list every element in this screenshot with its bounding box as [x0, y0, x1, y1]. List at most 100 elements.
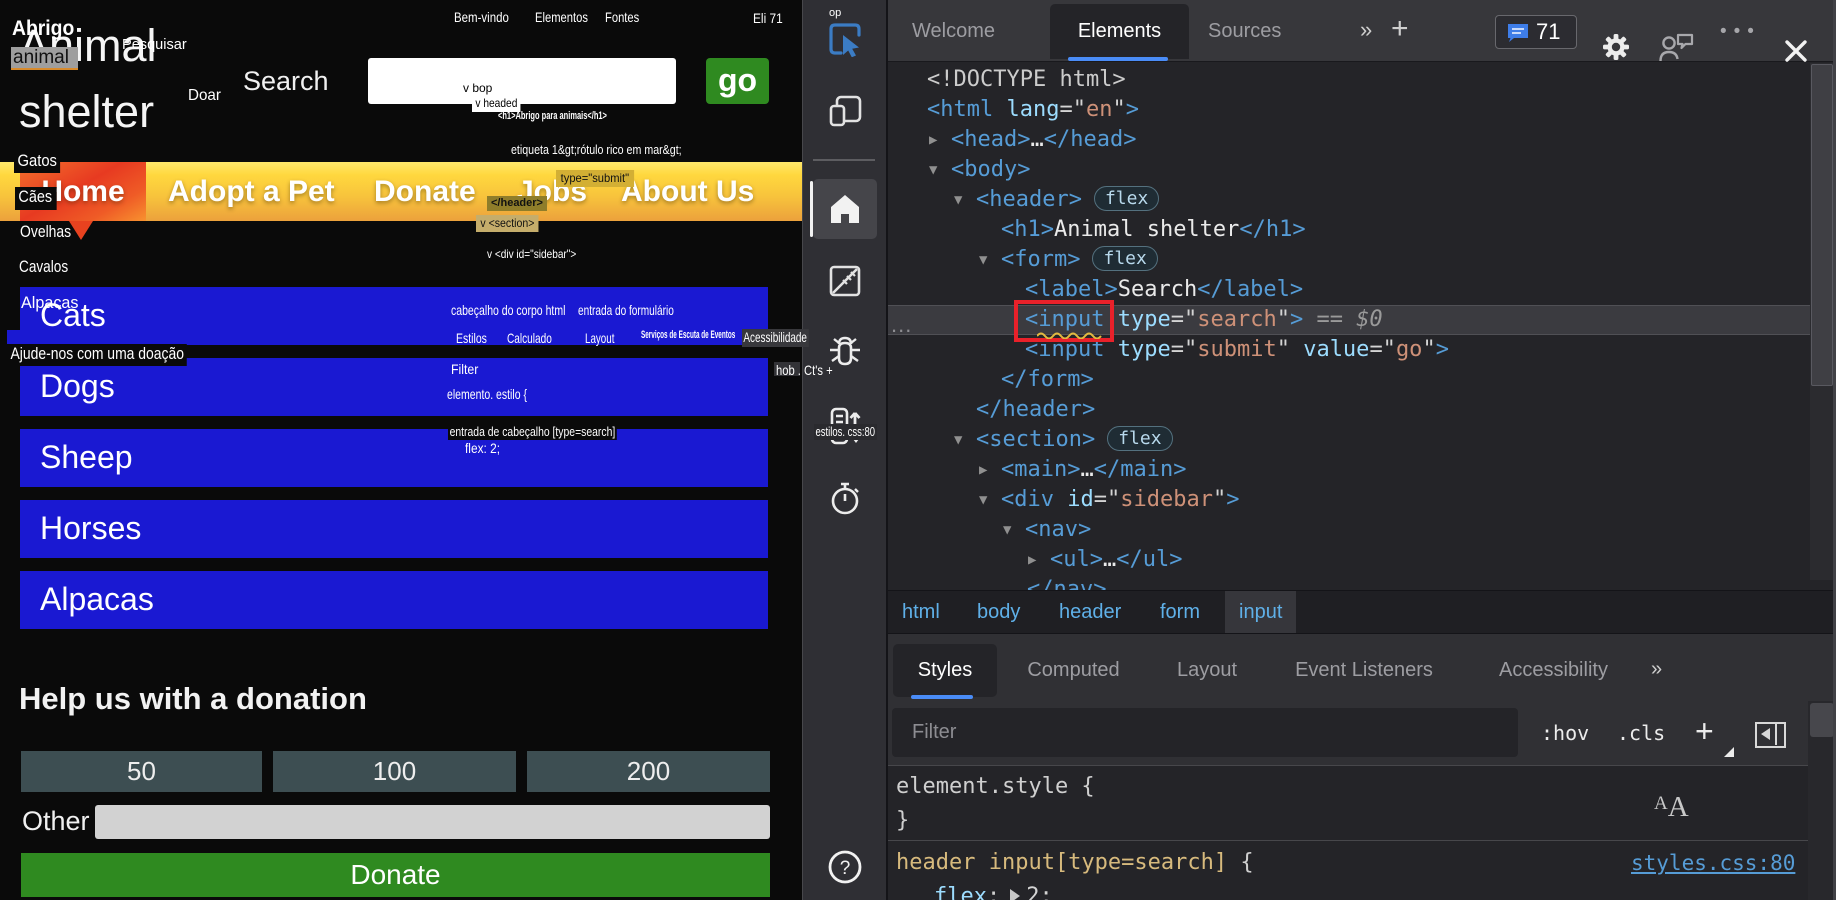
dom-node-segment: sidebar	[1120, 487, 1213, 512]
css-rule-selector[interactable]: header input[type=search] {	[896, 846, 1254, 880]
panel-tab[interactable]: Event Listeners	[1282, 644, 1446, 697]
other-amount-input[interactable]	[95, 805, 770, 839]
translation-overlay: </header>	[487, 196, 547, 211]
translation-overlay: Cavalos	[19, 257, 68, 277]
flex-badge[interactable]: flex	[1092, 246, 1157, 271]
devtools-panel: Welcome Elements Sources » + 71	[886, 0, 1836, 900]
tree-disclosure-arrow-icon[interactable]: ▼	[954, 185, 962, 215]
dom-tree-row[interactable]: ▼<form>flex	[888, 245, 1810, 275]
nav-item[interactable]: Adopt a Pet	[168, 162, 335, 221]
layout-ruler-icon[interactable]	[827, 263, 863, 299]
dom-tree-row[interactable]: ▼<body>	[888, 155, 1810, 185]
tree-disclosure-arrow-icon[interactable]: ▼	[1003, 515, 1011, 545]
toggle-hov-button[interactable]: :hov	[1541, 701, 1589, 766]
dom-tree-row[interactable]: ▼<div id="sidebar">	[888, 485, 1810, 515]
panel-tab[interactable]: Computed	[1016, 644, 1131, 697]
tree-disclosure-arrow-icon[interactable]: ▼	[954, 425, 962, 455]
toggle-sidebar-icon[interactable]	[1755, 722, 1786, 748]
tree-scrollbar-thumb[interactable]	[1811, 64, 1833, 386]
stylesheet-link[interactable]: styles.css:80	[1631, 846, 1795, 880]
tree-disclosure-arrow-icon[interactable]: ▶	[979, 455, 987, 485]
translation-overlay: v <div id="sidebar">	[487, 247, 576, 261]
chat-badge[interactable]: 71	[1495, 15, 1577, 49]
element-style-rule[interactable]: element.style {	[896, 770, 1095, 804]
help-icon[interactable]: ?	[827, 849, 863, 885]
panel-tab[interactable]: Styles	[893, 644, 997, 697]
browser-page: Animal shelter Search go Home Adopt a Pe…	[0, 0, 802, 900]
dom-tree-row[interactable]: ▼<header>flex	[888, 185, 1810, 215]
dom-tree-row[interactable]: </form>	[888, 365, 1810, 395]
home-icon[interactable]	[828, 192, 862, 226]
tree-disclosure-arrow-icon[interactable]: ▶	[929, 125, 937, 155]
css-property[interactable]: flex	[934, 884, 987, 900]
dom-node-segment: type	[1104, 307, 1170, 332]
list-item[interactable]: Horses	[20, 500, 768, 558]
add-tab-icon[interactable]: +	[1391, 0, 1409, 62]
amount-button[interactable]: 100	[273, 751, 516, 792]
selected-node-hint[interactable]: ...	[891, 312, 931, 342]
dom-tree-row[interactable]: <html lang="en">	[888, 95, 1810, 125]
active-tab-underline	[1068, 57, 1168, 61]
performance-clock-icon[interactable]	[827, 480, 863, 516]
dom-node-segment: <!DOCTYPE html>	[927, 67, 1126, 92]
panel-tab[interactable]: Layout	[1171, 644, 1243, 697]
amount-button[interactable]: 200	[527, 751, 770, 792]
tab-welcome[interactable]: Welcome	[912, 0, 995, 62]
dom-tree-row[interactable]: <!DOCTYPE html>	[888, 65, 1810, 95]
tab-elements[interactable]: Elements	[1050, 4, 1189, 59]
breadcrumb-item[interactable]: header	[1059, 591, 1121, 634]
translation-overlay: <h1>Abrigo para animais</h1>	[498, 110, 607, 122]
tree-disclosure-arrow-icon[interactable]: ▼	[979, 485, 987, 515]
toggle-cls-button[interactable]: .cls	[1617, 701, 1665, 766]
breadcrumb-item[interactable]: input	[1225, 591, 1296, 634]
flex-badge[interactable]: flex	[1094, 186, 1159, 211]
tree-disclosure-arrow-icon[interactable]: ▶	[1028, 545, 1036, 575]
donate-button[interactable]: Donate	[21, 853, 770, 897]
dom-node-segment: "	[1213, 487, 1226, 512]
dom-tree-row[interactable]: ▶<ul>…</ul>	[888, 545, 1810, 575]
dom-tree-row[interactable]: </header>	[888, 395, 1810, 425]
more-menu-icon[interactable]: •••	[1720, 0, 1761, 62]
translation-overlay: Doar	[188, 87, 221, 105]
styles-filter-input[interactable]	[892, 708, 1518, 757]
font-size-icon[interactable]: AA	[1654, 791, 1689, 824]
inspect-icon[interactable]	[827, 21, 863, 57]
dom-node-segment: ="	[1171, 307, 1198, 332]
dom-tree-row[interactable]: <h1>Animal shelter</h1>	[888, 215, 1810, 245]
dom-tree-row[interactable]: ▼<section>flex	[888, 425, 1810, 455]
breadcrumb-item[interactable]: html	[902, 591, 940, 634]
tree-disclosure-arrow-icon[interactable]: ▼	[979, 245, 987, 275]
flex-badge[interactable]: flex	[1107, 426, 1172, 451]
dom-node-segment: >	[1126, 97, 1139, 122]
go-button[interactable]: go	[706, 58, 769, 104]
css-declaration[interactable]: flex:2;	[896, 880, 1254, 900]
breadcrumb-item[interactable]: form	[1160, 591, 1200, 634]
breadcrumb-item[interactable]: body	[977, 591, 1020, 634]
tree-disclosure-arrow-icon[interactable]: ▼	[929, 155, 937, 185]
sidebar-icon-arrow	[1761, 728, 1770, 740]
amount-button[interactable]: 50	[21, 751, 262, 792]
new-style-rule-button[interactable]: +	[1695, 701, 1714, 766]
dom-tree-row[interactable]: ▶<head>…</head>	[888, 125, 1810, 155]
list-item[interactable]: Alpacas	[20, 571, 768, 629]
css-value[interactable]: 2;	[1026, 884, 1053, 900]
dom-tree-row[interactable]: ▼<nav>	[888, 515, 1810, 545]
nav-item[interactable]: About Us	[621, 162, 754, 221]
translation-overlay: op	[829, 7, 841, 19]
list-item[interactable]: Sheep	[20, 429, 768, 487]
search-input[interactable]	[368, 58, 676, 104]
open-brace: {	[1227, 850, 1254, 875]
dom-node-segment: lang	[993, 97, 1059, 122]
more-tabs-icon[interactable]: »	[1360, 0, 1372, 62]
tab-sources[interactable]: Sources	[1208, 0, 1281, 62]
list-item[interactable]: Dogs	[20, 358, 768, 416]
dom-tree-row[interactable]: ▶<main>…</main>	[888, 455, 1810, 485]
dom-tree-row[interactable]: </nav>	[888, 575, 1810, 590]
more-panel-tabs-icon[interactable]: »	[1651, 644, 1662, 697]
device-emulation-icon[interactable]	[827, 93, 863, 129]
nav-item[interactable]: Donate	[374, 162, 476, 221]
styles-scrollbar-thumb[interactable]	[1810, 703, 1834, 737]
expand-shorthand-icon[interactable]	[1010, 889, 1020, 900]
dom-node-segment: ="	[1171, 337, 1198, 362]
panel-tab[interactable]: Accessibility	[1487, 644, 1620, 697]
